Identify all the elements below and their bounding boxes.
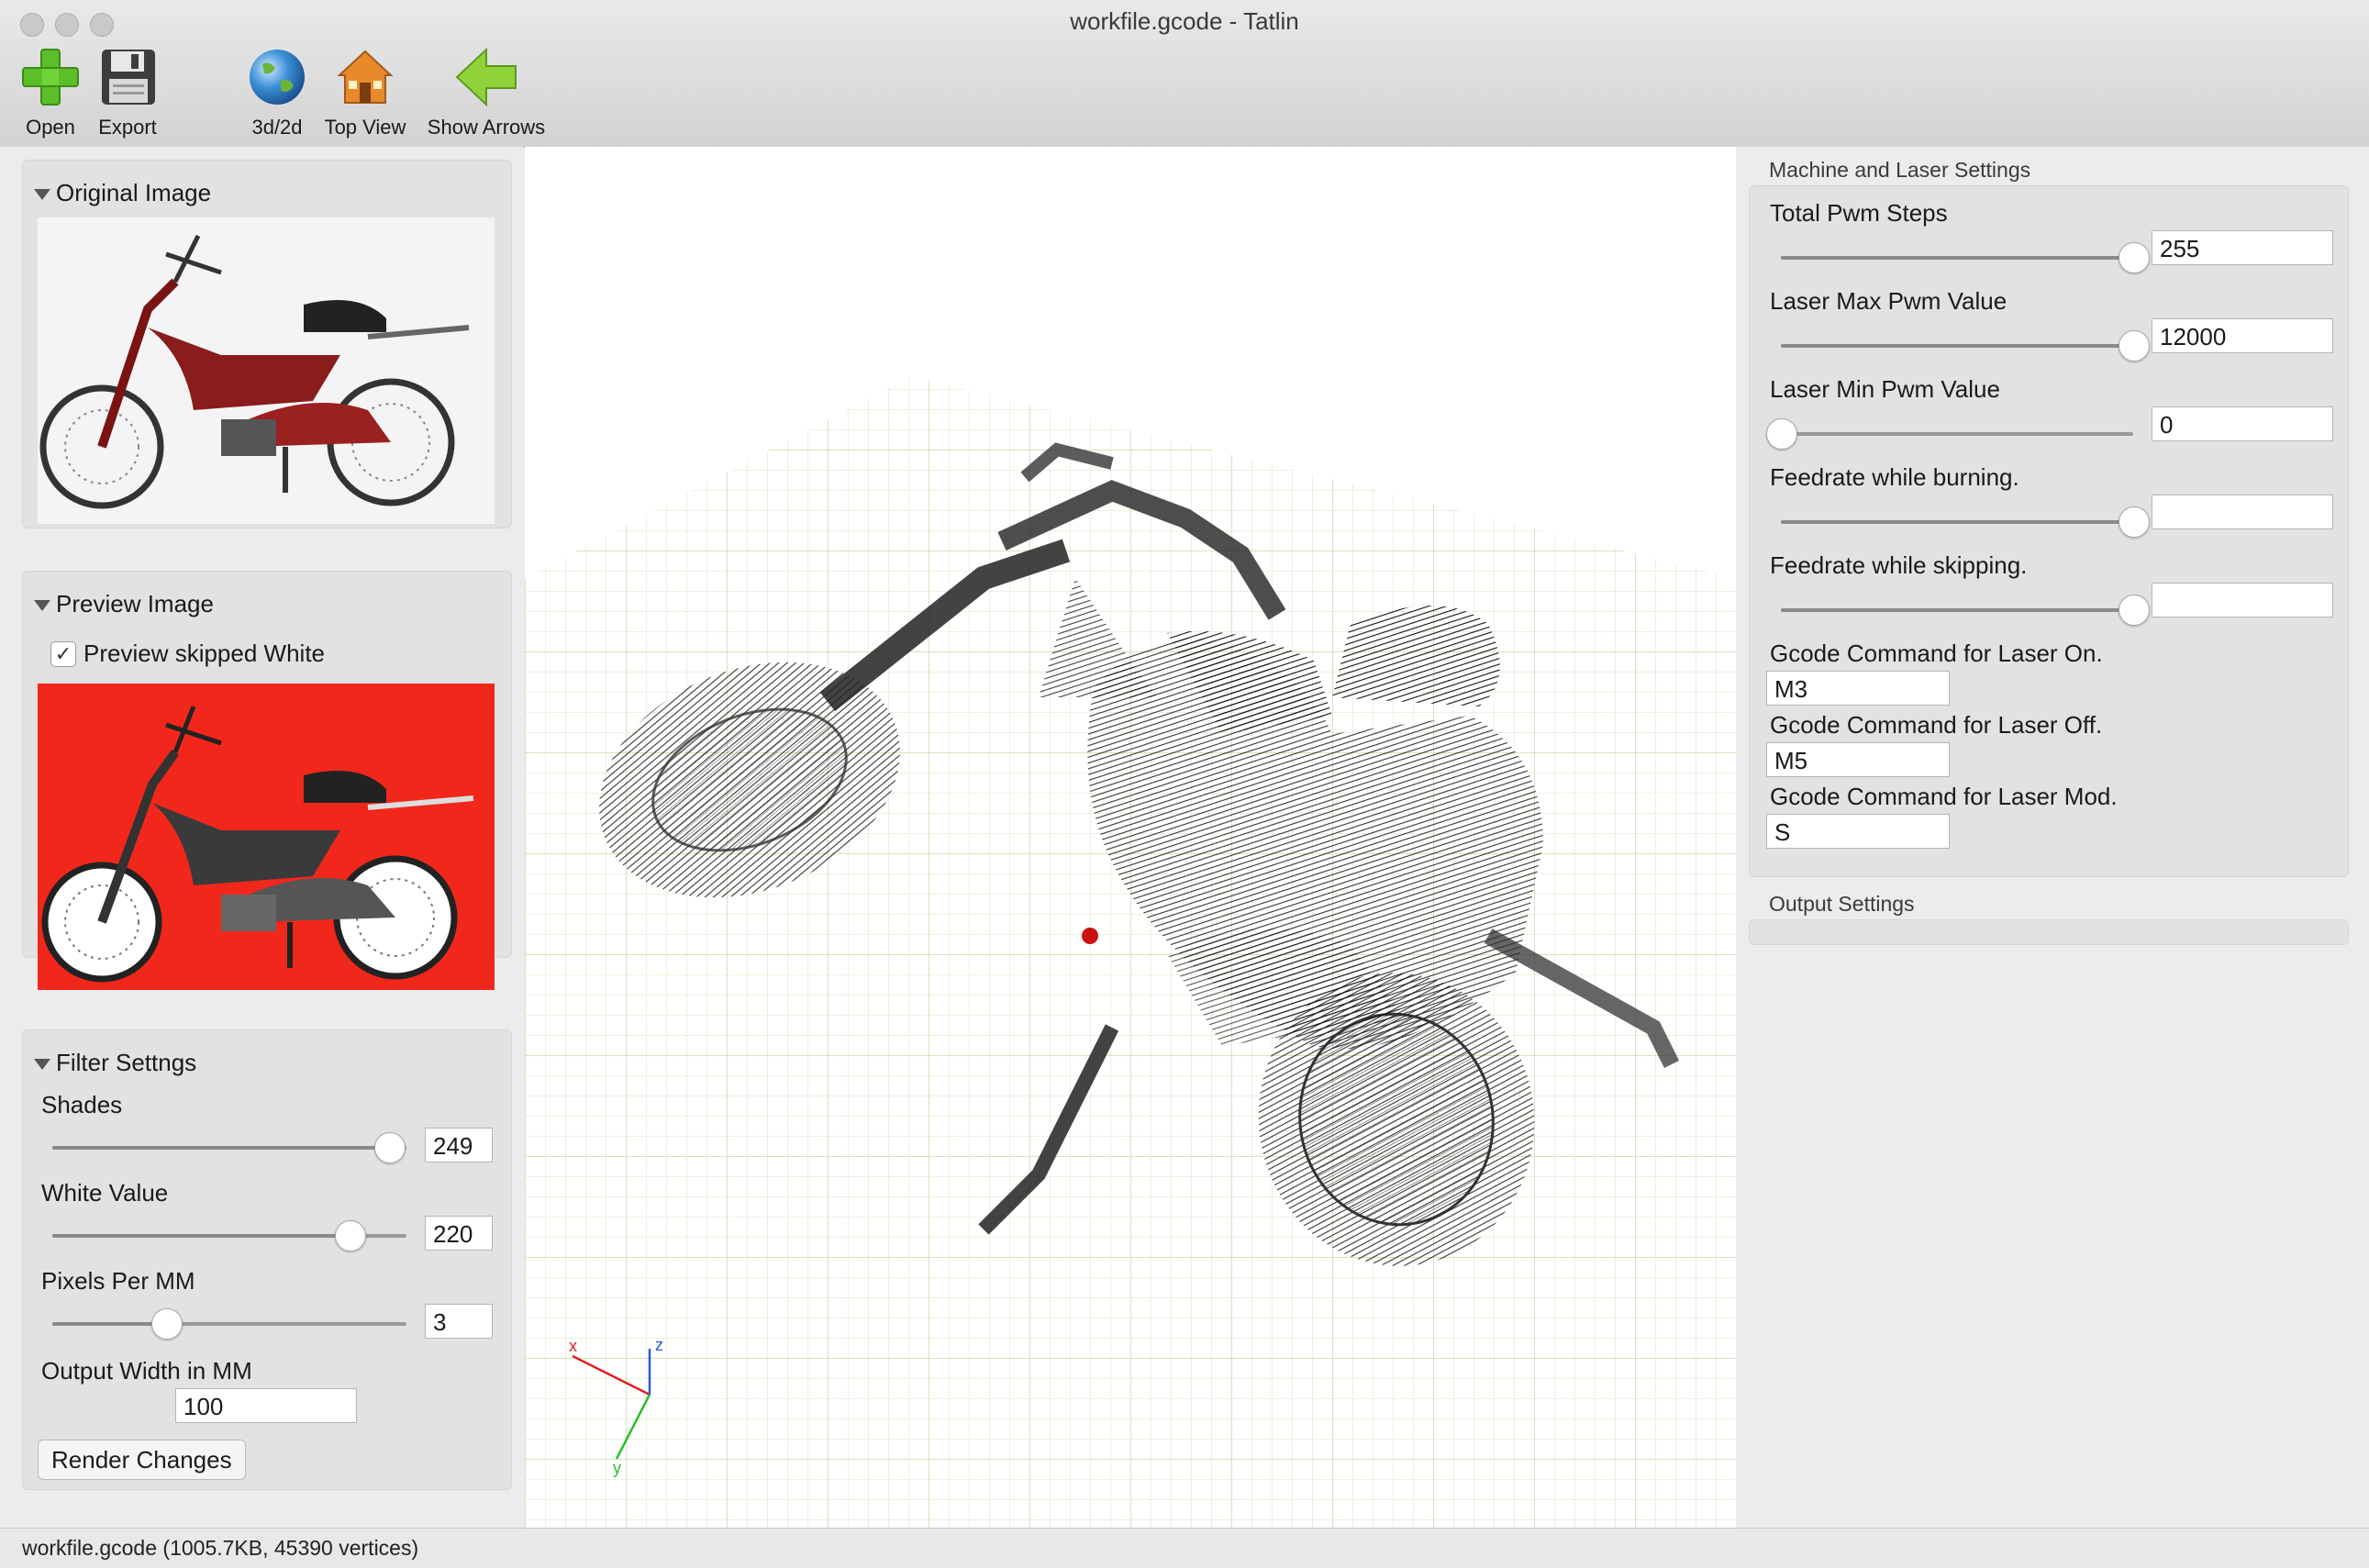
- shades-slider-knob[interactable]: [373, 1132, 406, 1163]
- feedrate-skipping-slider[interactable]: [1781, 595, 2150, 626]
- pixels-per-mm-label: Pixels Per MM: [41, 1267, 195, 1295]
- plus-icon: [17, 44, 83, 110]
- laser-max-pwm-knob[interactable]: [2119, 330, 2150, 361]
- laser-max-pwm-slider[interactable]: [1781, 330, 2150, 361]
- laser-mod-command-label: Gcode Command for Laser Mod.: [1770, 783, 2118, 810]
- feedrate-skipping-field[interactable]: [2152, 583, 2333, 617]
- pixels-per-mm-slider-knob[interactable]: [150, 1308, 183, 1340]
- feedrate-skipping-knob[interactable]: [2119, 595, 2150, 626]
- filter-settings-toggle[interactable]: Filter Settngs: [34, 1049, 196, 1077]
- 3d-2d-toggle-button[interactable]: 3d/2d: [240, 44, 314, 139]
- output-settings-group[interactable]: [1749, 919, 2349, 945]
- shades-field[interactable]: 249: [425, 1128, 493, 1162]
- grid-plane: [525, 376, 1736, 1528]
- export-label: Export: [98, 116, 157, 139]
- output-width-field[interactable]: 100: [175, 1388, 357, 1423]
- shades-slider[interactable]: [52, 1132, 406, 1163]
- top-view-label: Top View: [324, 116, 406, 139]
- laser-max-pwm-field[interactable]: 12000: [2152, 318, 2333, 353]
- machine-laser-settings-group: Total Pwm Steps 255 Laser Max Pwm Value …: [1749, 185, 2349, 877]
- total-pwm-steps-label: Total Pwm Steps: [1770, 199, 1948, 227]
- filter-settings-title: Filter Settngs: [56, 1049, 197, 1076]
- 3d-viewport[interactable]: x z y: [525, 147, 1736, 1528]
- z-axis-label: z: [655, 1336, 663, 1354]
- status-text: workfile.gcode (1005.7KB, 45390 vertices…: [22, 1536, 419, 1560]
- pixels-per-mm-field[interactable]: 3: [425, 1304, 493, 1339]
- laser-max-pwm-label: Laser Max Pwm Value: [1770, 287, 2008, 315]
- show-arrows-button[interactable]: Show Arrows: [422, 44, 551, 139]
- original-image: [38, 217, 495, 524]
- laser-off-command-field[interactable]: M5: [1766, 742, 1950, 777]
- feedrate-burning-slider[interactable]: [1781, 506, 2150, 538]
- globe-icon: [244, 44, 310, 110]
- filter-settings-group: Filter Settngs Shades 249 White Value 22…: [22, 1029, 512, 1490]
- disclosure-triangle-icon: [34, 600, 50, 612]
- open-label: Open: [26, 116, 75, 139]
- app-window: workfile.gcode - Tatlin Open Export 3d/2…: [0, 0, 2369, 1568]
- total-pwm-steps-field[interactable]: 255: [2152, 230, 2333, 265]
- feedrate-skipping-label: Feedrate while skipping.: [1770, 551, 2028, 579]
- output-settings-title: Output Settings: [1769, 892, 1915, 916]
- x-axis-label: x: [569, 1337, 577, 1355]
- 3d-2d-label: 3d/2d: [251, 116, 303, 139]
- original-image-title: Original Image: [56, 179, 212, 206]
- left-pane: Original Image Preview Image ✓ Preview s…: [0, 147, 523, 1528]
- house-icon: [332, 44, 398, 110]
- top-view-button[interactable]: Top View: [319, 44, 411, 139]
- open-button[interactable]: Open: [17, 44, 84, 139]
- disclosure-triangle-icon: [34, 189, 50, 201]
- preview-image: [38, 684, 495, 990]
- y-axis-label: y: [613, 1459, 621, 1477]
- feedrate-burning-knob[interactable]: [2119, 506, 2150, 538]
- laser-min-pwm-field[interactable]: 0: [2152, 406, 2333, 441]
- status-bar: workfile.gcode (1005.7KB, 45390 vertices…: [0, 1528, 2369, 1568]
- laser-mod-command-field[interactable]: S: [1766, 814, 1950, 849]
- title-toolbar: workfile.gcode - Tatlin Open Export 3d/2…: [0, 0, 2369, 148]
- original-image-group: Original Image: [22, 160, 512, 528]
- laser-off-command-label: Gcode Command for Laser Off.: [1770, 711, 2103, 739]
- original-image-toggle[interactable]: Original Image: [34, 179, 211, 207]
- laser-on-command-field[interactable]: M3: [1766, 671, 1950, 706]
- output-width-label: Output Width in MM: [41, 1357, 252, 1385]
- render-changes-button[interactable]: Render Changes: [38, 1440, 246, 1480]
- total-pwm-steps-slider[interactable]: [1781, 242, 2150, 273]
- laser-min-pwm-knob[interactable]: [1766, 418, 1797, 450]
- pixels-per-mm-slider[interactable]: [52, 1308, 406, 1340]
- show-arrows-label: Show Arrows: [427, 116, 546, 139]
- origin-marker: [1082, 928, 1098, 944]
- preview-skipped-white-checkbox[interactable]: ✓: [50, 641, 76, 667]
- right-pane: Machine and Laser Settings Total Pwm Ste…: [1736, 147, 2369, 1528]
- disclosure-triangle-icon: [34, 1059, 50, 1071]
- white-value-label: White Value: [41, 1179, 169, 1207]
- laser-min-pwm-label: Laser Min Pwm Value: [1770, 375, 2000, 403]
- shades-label: Shades: [41, 1091, 123, 1118]
- white-value-slider[interactable]: [52, 1220, 406, 1251]
- preview-image-group: Preview Image ✓ Preview skipped White: [22, 571, 512, 990]
- export-button[interactable]: Export: [92, 44, 163, 139]
- left-arrow-icon: [453, 44, 519, 110]
- feedrate-burning-field[interactable]: [2152, 495, 2333, 529]
- preview-skipped-white-label: Preview skipped White: [83, 639, 325, 667]
- laser-min-pwm-slider[interactable]: [1766, 418, 2133, 450]
- white-value-slider-knob[interactable]: [335, 1220, 367, 1251]
- feedrate-burning-label: Feedrate while burning.: [1770, 463, 2019, 491]
- laser-on-command-label: Gcode Command for Laser On.: [1770, 639, 2103, 667]
- machine-laser-settings-title: Machine and Laser Settings: [1769, 158, 2031, 182]
- white-value-field[interactable]: 220: [425, 1216, 493, 1251]
- preview-image-toggle[interactable]: Preview Image: [34, 590, 214, 618]
- preview-image-title: Preview Image: [56, 590, 214, 617]
- total-pwm-steps-knob[interactable]: [2119, 242, 2150, 273]
- window-title: workfile.gcode - Tatlin: [1070, 7, 1299, 35]
- floppy-disk-icon: [95, 44, 161, 110]
